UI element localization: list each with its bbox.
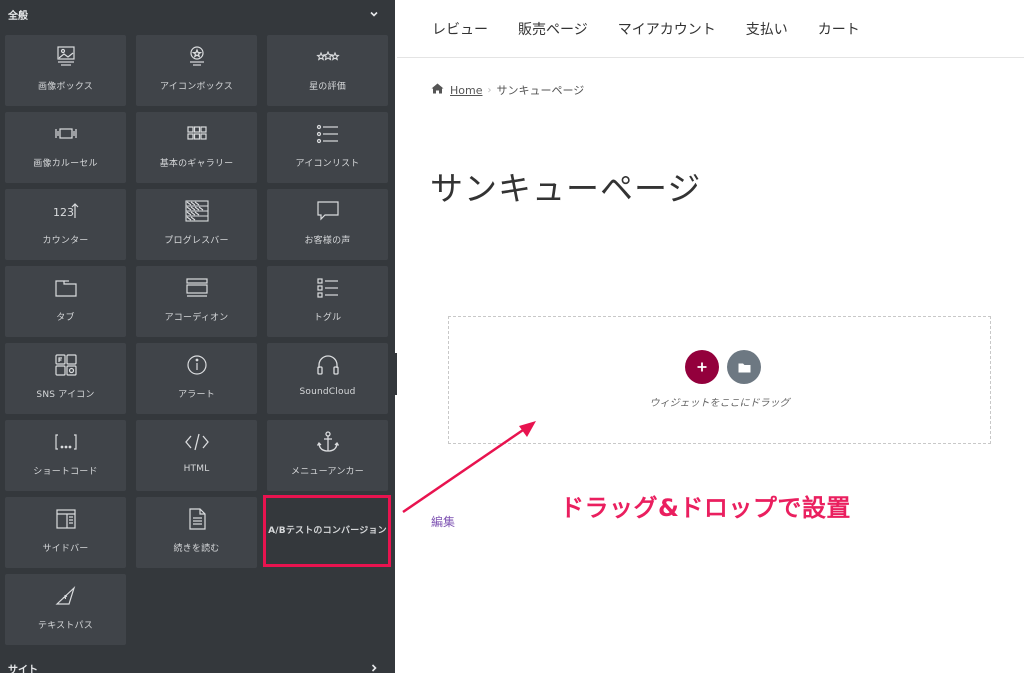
chevron-right-icon[interactable]: [367, 661, 381, 673]
star-rating-icon: [315, 44, 341, 70]
nav-item-review[interactable]: レビュー: [432, 19, 488, 39]
icon-list-icon: [315, 121, 341, 147]
social-icons-icon: [53, 352, 79, 378]
widget-progress-bar[interactable]: プログレスバー: [136, 189, 257, 260]
icon-box-icon: [184, 44, 210, 70]
page-title: サンキューページ: [430, 169, 702, 208]
nav-item-my-account[interactable]: マイアカウント: [618, 19, 716, 39]
widget-label: サイドバー: [42, 544, 89, 554]
widget-label: SNS アイコン: [36, 390, 95, 400]
widget-alert[interactable]: アラート: [136, 343, 257, 414]
gallery-icon: [184, 121, 210, 147]
widget-label: HTML: [183, 464, 210, 474]
home-icon: [431, 83, 444, 97]
widget-social-icons[interactable]: SNS アイコン: [5, 343, 126, 414]
widget-image-carousel[interactable]: 画像カルーセル: [5, 112, 126, 183]
image-carousel-icon: [53, 121, 79, 147]
widget-html[interactable]: HTML: [136, 420, 257, 491]
widget-label: 画像カルーセル: [33, 159, 98, 169]
section-header-site[interactable]: サイト: [0, 657, 395, 673]
nav-item-sales-page[interactable]: 販売ページ: [518, 19, 588, 39]
widget-tabs[interactable]: タブ: [5, 266, 126, 337]
image-box-icon: [53, 44, 79, 70]
text-path-icon: [53, 583, 79, 609]
widget-basic-gallery[interactable]: 基本のギャラリー: [136, 112, 257, 183]
read-more-icon: [184, 506, 210, 532]
add-section-button[interactable]: [685, 350, 719, 384]
plus-icon: [696, 358, 708, 377]
widget-read-more[interactable]: 続きを読む: [136, 497, 257, 568]
accordion-icon: [184, 275, 210, 301]
widget-label: 続きを読む: [173, 544, 220, 554]
section-title-site: サイト: [8, 665, 38, 673]
drop-zone-hint: ウィジェットをここにドラッグ: [649, 398, 790, 409]
widget-label: アイコンリスト: [295, 159, 360, 169]
breadcrumb-home-link[interactable]: Home: [450, 84, 482, 97]
counter-icon: 123: [53, 198, 79, 224]
widget-label: アイコンボックス: [160, 82, 233, 92]
widget-label: 基本のギャラリー: [159, 159, 234, 169]
widget-label: お客様の声: [304, 236, 351, 246]
nav-item-cart[interactable]: カート: [818, 19, 860, 39]
sidebar-icon: [53, 506, 79, 532]
widget-accordion[interactable]: アコーディオン: [136, 266, 257, 337]
widget-counter[interactable]: 123 カウンター: [5, 189, 126, 260]
progress-bar-icon: [184, 198, 210, 224]
widget-label: タブ: [56, 313, 75, 323]
widget-menu-anchor[interactable]: メニューアンカー: [267, 420, 388, 491]
widget-testimonial[interactable]: お客様の声: [267, 189, 388, 260]
main-nav: レビュー 販売ページ マイアカウント 支払い カート: [397, 0, 1024, 58]
widget-label: SoundCloud: [299, 387, 356, 397]
html-icon: [184, 429, 210, 455]
widget-icon-list[interactable]: アイコンリスト: [267, 112, 388, 183]
section-header-general[interactable]: 全般: [0, 0, 395, 28]
folder-icon: [738, 358, 751, 377]
breadcrumb-current: サンキューページ: [496, 84, 585, 97]
widget-star-rating[interactable]: 星の評価: [267, 35, 388, 106]
widget-drop-zone[interactable]: ウィジェットをここにドラッグ: [448, 316, 991, 444]
widget-label: 星の評価: [309, 82, 346, 92]
widget-label: プログレスバー: [164, 236, 229, 246]
widget-panel: 全般 画像ボックス アイコンボックス 星の評価 画像カルーセル 基本のギャラリー…: [0, 0, 395, 673]
widget-icon-box[interactable]: アイコンボックス: [136, 35, 257, 106]
widget-label: カウンター: [42, 236, 89, 246]
tabs-icon: [53, 275, 79, 301]
testimonial-icon: [315, 198, 341, 224]
widget-toggle[interactable]: トグル: [267, 266, 388, 337]
add-template-button[interactable]: [727, 350, 761, 384]
widget-label: メニューアンカー: [291, 467, 364, 477]
widget-ab-test-conversion[interactable]: A/Bテストのコンバージョン: [267, 497, 388, 568]
widget-label: 画像ボックス: [38, 82, 93, 92]
alert-icon: [184, 352, 210, 378]
svg-text:123: 123: [53, 206, 74, 219]
edit-link[interactable]: 編集: [431, 513, 455, 530]
widget-text-path[interactable]: テキストパス: [5, 574, 126, 645]
shortcode-icon: [53, 429, 79, 455]
soundcloud-icon: [315, 352, 341, 378]
widget-label: A/Bテストのコンバージョン: [268, 526, 387, 536]
widget-shortcode[interactable]: ショートコード: [5, 420, 126, 491]
widget-sidebar[interactable]: サイドバー: [5, 497, 126, 568]
widget-grid: 画像ボックス アイコンボックス 星の評価 画像カルーセル 基本のギャラリー アイ…: [5, 35, 389, 645]
widget-label: ショートコード: [33, 467, 98, 477]
widget-label: アラート: [178, 390, 215, 400]
chevron-down-icon[interactable]: [367, 7, 381, 21]
breadcrumb: Home › サンキューページ: [431, 82, 584, 98]
page-preview: レビュー 販売ページ マイアカウント 支払い カート Home › サンキューペ…: [397, 0, 1024, 673]
widget-label: トグル: [313, 313, 342, 323]
widget-soundcloud[interactable]: SoundCloud: [267, 343, 388, 414]
widget-label: テキストパス: [38, 621, 93, 631]
toggle-icon: [315, 275, 341, 301]
widget-label: アコーディオン: [164, 313, 229, 323]
breadcrumb-separator: ›: [487, 84, 492, 96]
section-title-general: 全般: [8, 10, 28, 22]
drag-drop-annotation: ドラッグ&ドロップで設置: [560, 494, 851, 522]
widget-image-box[interactable]: 画像ボックス: [5, 35, 126, 106]
anchor-icon: [315, 429, 341, 455]
nav-item-payment[interactable]: 支払い: [746, 19, 788, 39]
